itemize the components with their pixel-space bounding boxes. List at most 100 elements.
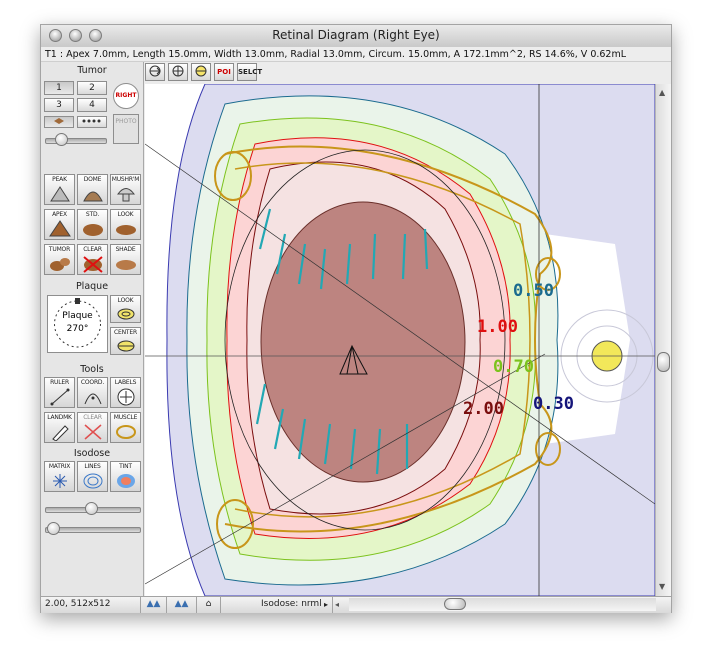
title-bar[interactable]: Retinal Diagram (Right Eye): [41, 25, 671, 48]
clock-face-icon: [117, 388, 135, 406]
target-icon: [195, 65, 207, 77]
lines-label: LINES: [84, 463, 101, 470]
tint-gradient-icon: [117, 474, 135, 488]
tumor-4-button[interactable]: 4: [77, 98, 107, 112]
labels-tool-button[interactable]: LABELS: [110, 377, 141, 408]
mushroom-shape-button[interactable]: MUSHR'M: [110, 174, 141, 205]
ruler-icon: [50, 388, 70, 406]
shade-icon: [116, 260, 136, 270]
main-window: Retinal Diagram (Right Eye) T1 : Apex 7.…: [40, 24, 672, 613]
tint-label: TINT: [119, 463, 132, 470]
clear-tumor-label: CLEAR: [83, 246, 102, 253]
horizontal-scrollbar[interactable]: [349, 598, 656, 611]
home-button[interactable]: ⌂: [197, 597, 221, 613]
tumor-section-title: Tumor: [77, 65, 107, 76]
mushroom-label: MUSHR'M: [111, 176, 140, 183]
look-shape-button[interactable]: LOOK: [110, 209, 141, 240]
matrix-label: MATRIX: [48, 463, 71, 470]
rotate-tool-button[interactable]: [168, 63, 188, 81]
ruler-tool-button[interactable]: RULER: [44, 377, 75, 408]
mushroom-icon: [117, 188, 135, 202]
scroll-left-icon[interactable]: ◂: [335, 597, 339, 612]
photo-button[interactable]: PHOTO: [113, 114, 139, 144]
dome-icon: [83, 191, 103, 202]
isodose-section-title: Isodose: [73, 448, 111, 459]
dots-icon: [82, 119, 101, 123]
multi-marker-button[interactable]: [77, 116, 107, 128]
isodose-tint-button[interactable]: TINT: [110, 461, 141, 492]
plaque-disc-icon: [117, 308, 135, 320]
contour-lines-icon: [83, 473, 103, 489]
clear-tools-button[interactable]: CLEAR: [77, 412, 108, 443]
vertical-scroll-thumb[interactable]: [657, 352, 670, 372]
poi-tool-button[interactable]: POI: [214, 63, 234, 81]
select-tool-button[interactable]: SELCT: [237, 63, 262, 81]
zoom-in-button[interactable]: ▲▲: [167, 597, 197, 613]
isodose-slider-1-knob[interactable]: [85, 502, 98, 515]
arrow-cursor-icon: [149, 65, 161, 77]
zoom-out-button[interactable]: ▲▲: [141, 597, 167, 613]
window-title: Retinal Diagram (Right Eye): [272, 28, 440, 42]
landmark-tool-button[interactable]: LANDMK: [44, 412, 75, 443]
retinal-diagram-canvas[interactable]: 0.50 1.00 0.70 2.00 0.30: [145, 84, 655, 596]
apex-shape-button[interactable]: APEX: [44, 209, 75, 240]
isodose-label-1-00: 1.00: [477, 317, 518, 337]
right-eye-label: RIGHT: [115, 92, 137, 99]
tumor-body: [260, 201, 466, 483]
tumor-icon: [50, 258, 70, 271]
plaque-center-button[interactable]: CENTER: [110, 327, 141, 355]
navigate-tool-button[interactable]: [145, 63, 165, 81]
scroll-up-icon[interactable]: ▲: [659, 88, 665, 97]
plaque-look-button[interactable]: LOOK: [110, 295, 141, 323]
peak-shape-button[interactable]: PEAK: [44, 174, 75, 205]
isodose-mode-popup[interactable]: Isodose: nrml ▸: [221, 597, 333, 613]
tumor-2-button[interactable]: 2: [77, 81, 107, 95]
mountain-small-icon: ▲▲: [146, 599, 161, 609]
tumor-3-button[interactable]: 3: [44, 98, 74, 112]
right-eye-button[interactable]: RIGHT: [113, 83, 139, 109]
popup-arrow-icon: ▸: [323, 600, 328, 609]
plaque-center-label: CENTER: [114, 329, 137, 336]
plaque-dial[interactable]: Plaque 270°: [47, 295, 108, 353]
sidebar-palette: Tumor 1 2 3 4 RIGHT PHOTO PEAK DOME MUSH…: [41, 62, 144, 596]
tumor-1-button[interactable]: 1: [44, 81, 74, 95]
plaque-angle: 270°: [66, 324, 89, 334]
scroll-down-icon[interactable]: ▼: [659, 582, 665, 591]
landmark-pen-icon: [52, 425, 69, 441]
plaque-section-title: Plaque: [75, 281, 109, 292]
peak-icon: [50, 186, 70, 202]
isodose-label-0-70: 0.70: [493, 357, 534, 377]
shade-button[interactable]: SHADE: [110, 244, 141, 275]
standard-shape-button[interactable]: STD.: [77, 209, 108, 240]
clear-tumor-button[interactable]: CLEAR: [77, 244, 108, 275]
select-label: SELCT: [238, 68, 263, 76]
tumor-info-bar: T1 : Apex 7.0mm, Length 15.0mm, Width 13…: [41, 47, 671, 62]
vertical-scrollbar[interactable]: ▲ ▼: [655, 84, 671, 596]
tools-section-title: Tools: [80, 364, 104, 375]
isodose-label-0-50: 0.50: [513, 281, 554, 301]
tumor-slider-knob[interactable]: [55, 133, 68, 146]
horizontal-scroll-thumb[interactable]: [444, 598, 466, 610]
labels-label: LABELS: [114, 379, 137, 386]
diamond-icon: [54, 118, 64, 124]
zoom-readout: 2.00, 512x512: [41, 597, 141, 613]
isodose-slider-2-knob[interactable]: [47, 522, 60, 535]
coordinate-tool-button[interactable]: COORD.: [77, 377, 108, 408]
matrix-star-icon: [53, 474, 67, 488]
single-marker-button[interactable]: [44, 116, 74, 128]
muscle-label: MUSCLE: [113, 414, 138, 421]
shade-label: SHADE: [115, 246, 136, 253]
arc-icon: [84, 393, 102, 405]
isodose-lines-button[interactable]: LINES: [77, 461, 108, 492]
dome-shape-button[interactable]: DOME: [77, 174, 108, 205]
tumor-draw-button[interactable]: TUMOR: [44, 244, 75, 275]
dome-label: DOME: [83, 176, 102, 183]
isodose-matrix-button[interactable]: MATRIX: [44, 461, 75, 492]
center-tool-button[interactable]: [191, 63, 211, 81]
home-icon: ⌂: [205, 599, 212, 609]
muscle-tool-button[interactable]: MUSCLE: [110, 412, 141, 443]
clear-cross-icon: [83, 256, 103, 273]
ruler-label: RULER: [50, 379, 69, 386]
isodose-mode-label: Isodose: nrml: [261, 599, 322, 609]
apex-icon: [49, 220, 71, 237]
